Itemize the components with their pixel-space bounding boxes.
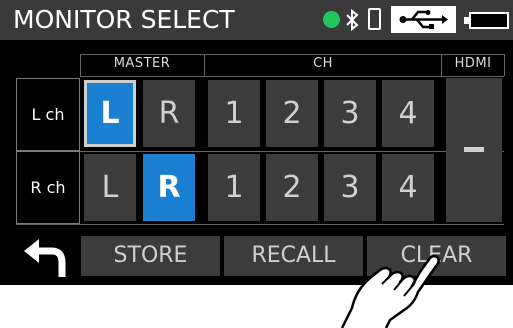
bluetooth-icon	[345, 8, 359, 32]
battery-cap	[464, 17, 469, 24]
usb-icon	[391, 6, 456, 33]
row-label-rch: R ch	[16, 151, 80, 224]
store-button[interactable]: STORE	[81, 236, 220, 276]
row-label-lch: L ch	[16, 78, 80, 151]
row-divider	[16, 151, 504, 152]
status-indicator-dot	[323, 11, 340, 28]
monitor-select-screen: MONITOR SELECT MASTER CH HDMI L ch L R 1…	[0, 0, 513, 285]
rch-master-r-button[interactable]: R	[143, 154, 195, 221]
header-divider-right	[504, 54, 505, 76]
rch-ch1-button[interactable]: 1	[208, 154, 260, 221]
table-bottom-border	[16, 224, 504, 225]
lch-ch1-button[interactable]: 1	[208, 80, 260, 147]
lch-master-l-button[interactable]: L	[84, 80, 136, 147]
lch-master-r-button[interactable]: R	[143, 80, 195, 147]
rch-ch4-button[interactable]: 4	[382, 154, 434, 221]
header-divider-left	[80, 54, 81, 76]
master-header: MASTER	[113, 56, 171, 71]
page-title: MONITOR SELECT	[13, 5, 235, 34]
lch-ch4-button[interactable]: 4	[382, 80, 434, 147]
lch-ch2-button[interactable]: 2	[266, 80, 318, 147]
rch-ch2-button[interactable]: 2	[266, 154, 318, 221]
title-bar: MONITOR SELECT	[0, 0, 513, 40]
back-arrow-icon[interactable]	[22, 239, 70, 279]
pointing-hand-icon	[340, 254, 440, 328]
battery-icon	[464, 12, 509, 29]
hdmi-button[interactable]	[446, 78, 502, 222]
lch-ch3-button[interactable]: 3	[324, 80, 376, 147]
hdmi-header: HDMI	[454, 56, 492, 71]
hdmi-value-dash	[464, 147, 484, 152]
phone-icon	[368, 8, 381, 30]
rch-ch3-button[interactable]: 3	[324, 154, 376, 221]
ch-header: CH	[313, 56, 333, 71]
header-divider	[80, 76, 504, 77]
rch-master-l-button[interactable]: L	[84, 154, 136, 221]
